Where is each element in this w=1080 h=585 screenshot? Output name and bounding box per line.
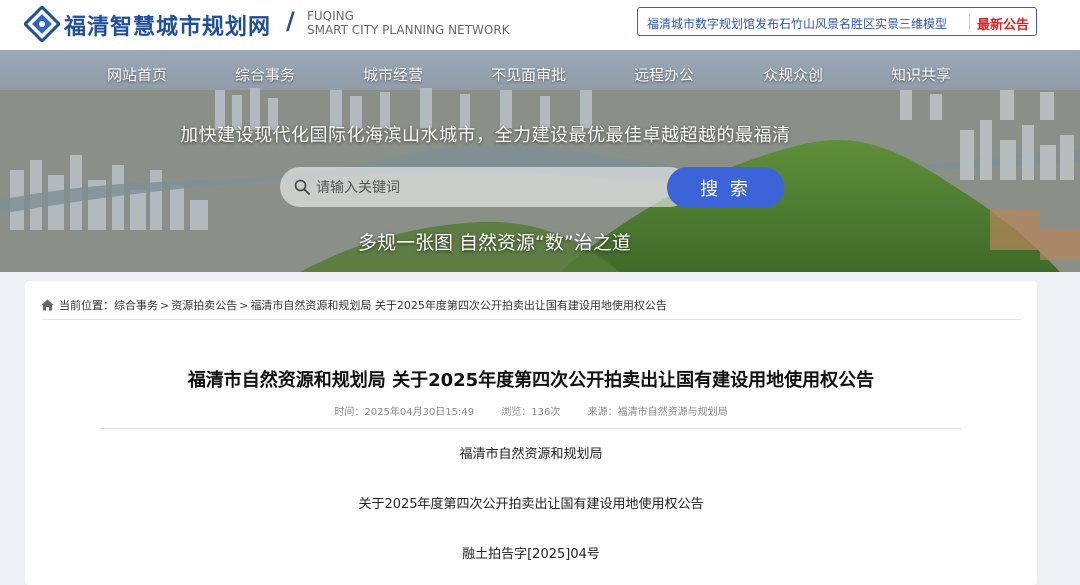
notice-divider [969, 14, 970, 30]
top-header: 福清智慧城市规划网 / FUQING SMART CITY PLANNING N… [0, 0, 1080, 50]
breadcrumb-item-current: 福清市自然资源和规划局 关于2025年度第四次公开拍卖出让国有建设用地使用权公告 [250, 299, 667, 312]
article-paragraph: 关于2025年度第四次公开拍卖出让国有建设用地使用权公告 [358, 497, 704, 512]
article-paragraph: 融土拍告字[2025]04号 [462, 547, 600, 562]
nav-item-knowledge-sharing[interactable]: 知识共享 [891, 64, 951, 85]
breadcrumb: 当前位置： 综合事务 > 资源拍卖公告 > 福清市自然资源和规划局 关于2025… [41, 297, 667, 313]
breadcrumb-item-general-affairs[interactable]: 综合事务 [114, 297, 158, 313]
breadcrumb-prefix: 当前位置： [59, 299, 114, 312]
breadcrumb-separator: > [239, 298, 249, 312]
site-title-en: FUQING SMART CITY PLANNING NETWORK [307, 9, 510, 37]
article-views: 浏览：136次 [501, 407, 561, 418]
breadcrumb-divider [41, 319, 1021, 320]
site-title[interactable]: 福清智慧城市规划网 [64, 9, 271, 41]
article-title: 福清市自然资源和规划局 关于2025年度第四次公开拍卖出让国有建设用地使用权公告 [187, 370, 875, 391]
latest-notice-text[interactable]: 福清城市数字规划馆发布石竹山风景名胜区实景三维模型 [647, 15, 947, 32]
site-title-slash: / [286, 7, 295, 35]
nav-item-city-operation[interactable]: 城市经营 [363, 64, 423, 85]
search-button[interactable]: 搜 索 [667, 167, 784, 208]
nav-item-remote-approval[interactable]: 不见面审批 [491, 64, 566, 85]
nav-item-general-affairs[interactable]: 综合事务 [235, 64, 295, 85]
latest-notice-tag[interactable]: 最新公告 [977, 14, 1029, 33]
latest-notice-box[interactable]: 福清城市数字规划馆发布石竹山风景名胜区实景三维模型 最新公告 [637, 7, 1037, 36]
banner-tagline: 多规一张图 自然资源“数”治之道 [358, 232, 631, 254]
article-paragraph: 福清市自然资源和规划局 [459, 447, 603, 462]
nav-item-home[interactable]: 网站首页 [107, 64, 167, 85]
article-source: 来源：福清市自然资源与规划局 [587, 407, 728, 418]
site-title-en-line2: SMART CITY PLANNING NETWORK [307, 23, 510, 37]
search-input[interactable] [316, 174, 646, 200]
nav-item-remote-office[interactable]: 远程办公 [634, 64, 694, 85]
nav-item-crowd-planning[interactable]: 众规众创 [763, 64, 823, 85]
article-time: 时间：2025年04月30日15:49 [334, 407, 475, 418]
hero-banner: 网站首页 综合事务 城市经营 不见面审批 远程办公 众规众创 知识共享 加快建设… [0, 50, 1080, 272]
title-divider [100, 428, 962, 429]
banner-slogan: 加快建设现代化国际化海滨山水城市，全力建设最优最佳卓越超越的最福清 [180, 125, 791, 146]
breadcrumb-separator: > [160, 298, 170, 312]
search-icon [294, 179, 310, 195]
article-card: 当前位置： 综合事务 > 资源拍卖公告 > 福清市自然资源和规划局 关于2025… [25, 281, 1037, 585]
site-title-en-line1: FUQING [307, 9, 354, 23]
breadcrumb-item-auction-notice[interactable]: 资源拍卖公告 [171, 297, 237, 313]
home-icon [41, 299, 54, 311]
main-nav: 网站首页 综合事务 城市经营 不见面审批 远程办公 众规众创 知识共享 [0, 64, 1080, 86]
article-meta: 时间：2025年04月30日15:49 浏览：136次 来源：福清市自然资源与规… [25, 403, 1037, 418]
site-logo-icon[interactable] [24, 6, 60, 42]
